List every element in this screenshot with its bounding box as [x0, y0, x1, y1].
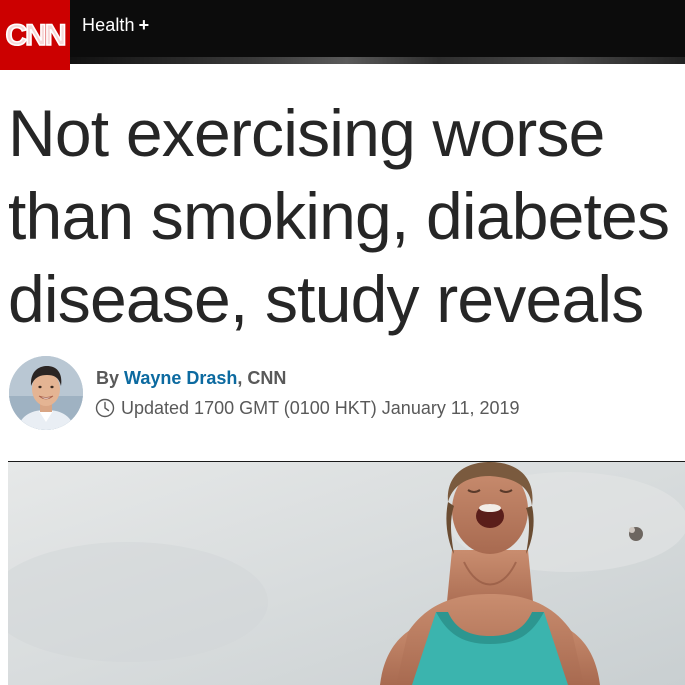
nav-section-label: Health	[82, 15, 135, 35]
cnn-logo-text-fill: CNN	[6, 19, 65, 52]
byline-prefix: By	[96, 368, 125, 388]
headline-line-2: than smoking, diabetes and heart	[8, 179, 685, 253]
article-headline: Not exercising worse than smoking, diabe…	[8, 92, 685, 341]
nav-section-plus: +	[138, 15, 150, 35]
update-timestamp: Updated 1700 GMT (0100 HKT) January 11, …	[95, 397, 520, 419]
cnn-logo-mark: CNN CNN	[5, 18, 66, 53]
author-avatar[interactable]	[9, 356, 83, 430]
byline: By Wayne Drash, CNN	[96, 367, 286, 389]
article-page: Health + CNN CNN Not exercising worse tha…	[0, 0, 685, 685]
cnn-logo[interactable]: CNN CNN	[0, 0, 70, 70]
byline-source: , CNN	[237, 368, 287, 388]
hero-photo-woman-exercising	[8, 462, 685, 685]
headline-line-3: disease, study reveals	[8, 262, 644, 336]
nav-image-strip	[70, 57, 685, 64]
top-nav-bar: Health +	[0, 0, 685, 64]
hero-image[interactable]	[8, 462, 685, 685]
author-link[interactable]: Wayne Drash	[124, 368, 237, 388]
headline-line-1: Not exercising worse	[8, 96, 605, 170]
nav-section-health[interactable]: Health +	[82, 14, 149, 36]
clock-icon	[95, 398, 115, 418]
author-photo	[9, 356, 83, 430]
updated-text: Updated 1700 GMT (0100 HKT) January 11, …	[121, 398, 520, 418]
